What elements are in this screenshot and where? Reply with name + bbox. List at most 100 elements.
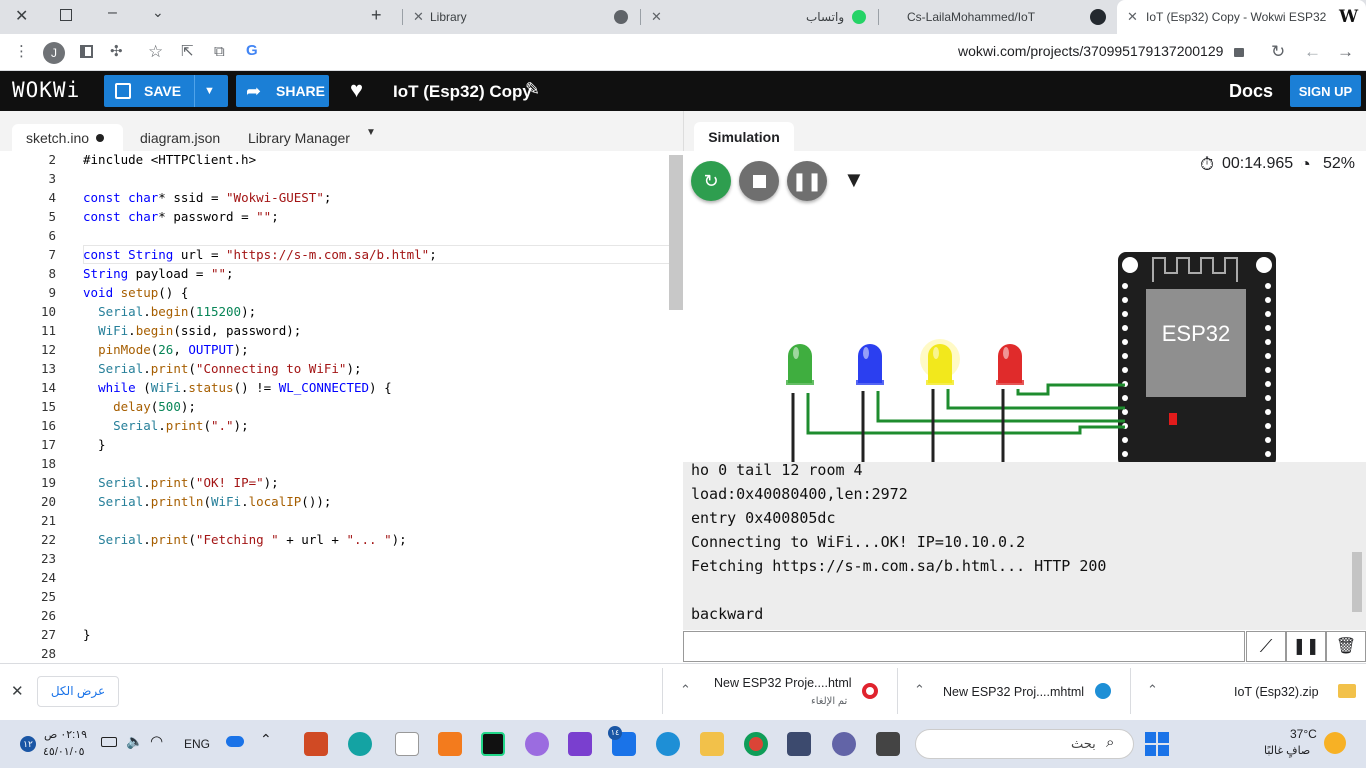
save-button[interactable]: SAVE ▼: [104, 75, 228, 107]
lock-icon[interactable]: [1234, 48, 1244, 57]
show-all-button[interactable]: عرض الكل: [37, 676, 119, 707]
notepad-icon[interactable]: [395, 732, 419, 756]
back-arrow-icon[interactable]: →: [1337, 42, 1354, 62]
editor-scrollbar[interactable]: [669, 155, 683, 310]
clock-time[interactable]: ٠٢:١٩ ص: [44, 728, 87, 741]
file-explorer-icon[interactable]: [700, 732, 724, 756]
extensions-puzzle-icon[interactable]: ✣: [110, 42, 123, 62]
code-line[interactable]: String payload = "";: [83, 266, 234, 281]
simulation-canvas[interactable]: ↻ ❚❚ ▼ ⏱ 00:14.965 ◔ 52% ESP32: [683, 151, 1366, 462]
download-item[interactable]: ⌃ IoT (Esp32).zip: [1131, 664, 1366, 719]
code-line[interactable]: const char* ssid = "Wokwi-GUEST";: [83, 190, 331, 205]
chevron-up-icon[interactable]: ⌃: [1147, 682, 1158, 698]
minimize-window-icon[interactable]: –: [108, 4, 117, 22]
menu-kebab-icon[interactable]: ⋮: [14, 42, 29, 62]
tray-chevron-icon[interactable]: ⌃: [260, 731, 272, 748]
code-line[interactable]: const char* password = "";: [83, 209, 279, 224]
new-tab-plus-icon[interactable]: +: [371, 5, 382, 26]
onedrive-icon[interactable]: [226, 736, 244, 747]
download-item[interactable]: ⌃ New ESP32 Proje....html تم الإلغاء: [663, 664, 895, 719]
share-page-icon[interactable]: ⇱: [181, 42, 194, 62]
visual-studio-icon[interactable]: [568, 732, 592, 756]
code-line[interactable]: pinMode(26, OUTPUT);: [83, 342, 249, 357]
tab-whatsapp[interactable]: ✕ واتساب: [642, 0, 876, 34]
code-line[interactable]: delay(500);: [83, 399, 196, 414]
language-indicator[interactable]: ENG: [184, 737, 210, 751]
serial-scrollbar[interactable]: [1352, 552, 1362, 612]
side-panel-icon[interactable]: [80, 45, 93, 58]
code-editor[interactable]: 2 #include <HTTPClient.h> 3 4 const char* ss…: [0, 151, 683, 663]
tab-github[interactable]: Cs-LailaMohammed/IoT: [880, 0, 1115, 34]
code-line[interactable]: while (WiFi.status() != WL_CONNECTED) {: [83, 380, 392, 395]
serial-input[interactable]: [683, 631, 1245, 662]
code-line[interactable]: Serial.begin(115200);: [83, 304, 256, 319]
virtualbox-icon[interactable]: [787, 732, 811, 756]
forward-arrow-icon[interactable]: ←: [1304, 42, 1321, 62]
weather-sun-icon[interactable]: [1324, 732, 1346, 754]
tab-search-chevron-icon[interactable]: ⌄: [152, 4, 164, 21]
tab-simulation[interactable]: Simulation: [694, 122, 794, 151]
chrome-icon[interactable]: [744, 732, 768, 756]
code-line[interactable]: }: [83, 437, 106, 452]
weather-temp[interactable]: 37°C: [1290, 727, 1317, 741]
circuit-diagram[interactable]: ESP32: [683, 151, 1366, 462]
tab-close-icon[interactable]: ✕: [1127, 9, 1138, 25]
code-line[interactable]: }: [83, 627, 91, 642]
download-item[interactable]: ⌃ New ESP32 Proj....mhtml: [898, 664, 1128, 719]
plotter-chart-button[interactable]: ⟋: [1246, 631, 1286, 662]
edge-icon[interactable]: [656, 732, 680, 756]
code-line[interactable]: Serial.println(WiFi.localIP());: [83, 494, 331, 509]
powerpoint-icon[interactable]: [304, 732, 328, 756]
code-line[interactable]: void setup() {: [83, 285, 188, 300]
chevron-up-icon[interactable]: ⌃: [914, 682, 925, 698]
restore-window-icon[interactable]: [60, 9, 72, 21]
google-lens-icon[interactable]: G: [246, 42, 258, 59]
tab-close-icon[interactable]: ✕: [651, 9, 662, 25]
clear-serial-button[interactable]: 🗑: [1326, 631, 1366, 662]
close-downloads-icon[interactable]: ✕: [11, 682, 24, 700]
url-text[interactable]: wokwi.com/projects/370995179137200129: [958, 43, 1223, 59]
weather-desc[interactable]: صافٍ غالبًا: [1264, 744, 1310, 757]
mail-icon[interactable]: ١٤: [608, 726, 636, 756]
docs-link[interactable]: Docs: [1229, 81, 1273, 102]
tab-library[interactable]: ✕ Library: [404, 0, 636, 34]
code-line[interactable]: Serial.print("OK! IP=");: [83, 475, 279, 490]
code-line[interactable]: const String url = "https://s-m.com.sa/b…: [83, 247, 437, 262]
chevron-up-icon[interactable]: ⌃: [680, 682, 691, 698]
task-view-icon[interactable]: [876, 732, 900, 756]
bookmark-star-icon[interactable]: ☆: [148, 42, 163, 62]
reload-icon[interactable]: ↻: [1271, 42, 1285, 62]
sign-up-button[interactable]: SIGN UP: [1290, 75, 1361, 107]
serial-monitor-output[interactable]: ho 0 tail 12 room 4 load:0x40080400,len:2…: [683, 462, 1366, 630]
notification-badge[interactable]: ١٢: [20, 736, 36, 752]
tab-diagram-json[interactable]: diagram.json: [126, 124, 234, 151]
code-line[interactable]: Serial.print("Fetching " + url + "... ")…: [83, 532, 407, 547]
wifi-network-icon[interactable]: ◠: [150, 732, 163, 750]
pause-serial-button[interactable]: ❚❚: [1286, 631, 1326, 662]
project-title[interactable]: IoT (Esp32) Copy: [393, 82, 532, 102]
arduino-icon[interactable]: [348, 732, 372, 756]
tab-close-icon[interactable]: ✕: [413, 9, 424, 25]
save-dropdown-icon[interactable]: ▼: [204, 85, 215, 97]
clock-date[interactable]: ٤٥/٠١/٠٥: [43, 745, 85, 758]
battery-icon[interactable]: [101, 737, 117, 747]
code-line[interactable]: WiFi.begin(ssid, password);: [83, 323, 301, 338]
more-files-dropdown-icon[interactable]: ▼: [366, 127, 376, 138]
close-window-icon[interactable]: ✕: [15, 6, 28, 26]
wokwi-logo[interactable]: WOKWi: [12, 78, 80, 102]
code-line[interactable]: #include <HTTPClient.h>: [83, 152, 256, 167]
volume-icon[interactable]: 🔈: [126, 733, 143, 750]
pycharm-icon[interactable]: [481, 732, 505, 756]
code-line[interactable]: Serial.print(".");: [83, 418, 249, 433]
like-heart-icon[interactable]: ♥: [350, 77, 363, 103]
windows-start-icon[interactable]: [1145, 732, 1169, 756]
tab-wokwi-active[interactable]: ✕ IoT (Esp32) Copy - Wokwi ESP32 W: [1117, 0, 1366, 34]
xampp-icon[interactable]: [438, 732, 462, 756]
tab-sketch-ino[interactable]: sketch.ino: [12, 124, 123, 151]
code-line[interactable]: Serial.print("Connecting to WiFi");: [83, 361, 361, 376]
edit-pencil-icon[interactable]: ✎: [525, 79, 540, 100]
chat-icon[interactable]: [832, 732, 856, 756]
app-icon[interactable]: [525, 732, 549, 756]
profile-avatar[interactable]: J: [43, 42, 65, 64]
translate-icon[interactable]: ⧉: [214, 42, 225, 62]
